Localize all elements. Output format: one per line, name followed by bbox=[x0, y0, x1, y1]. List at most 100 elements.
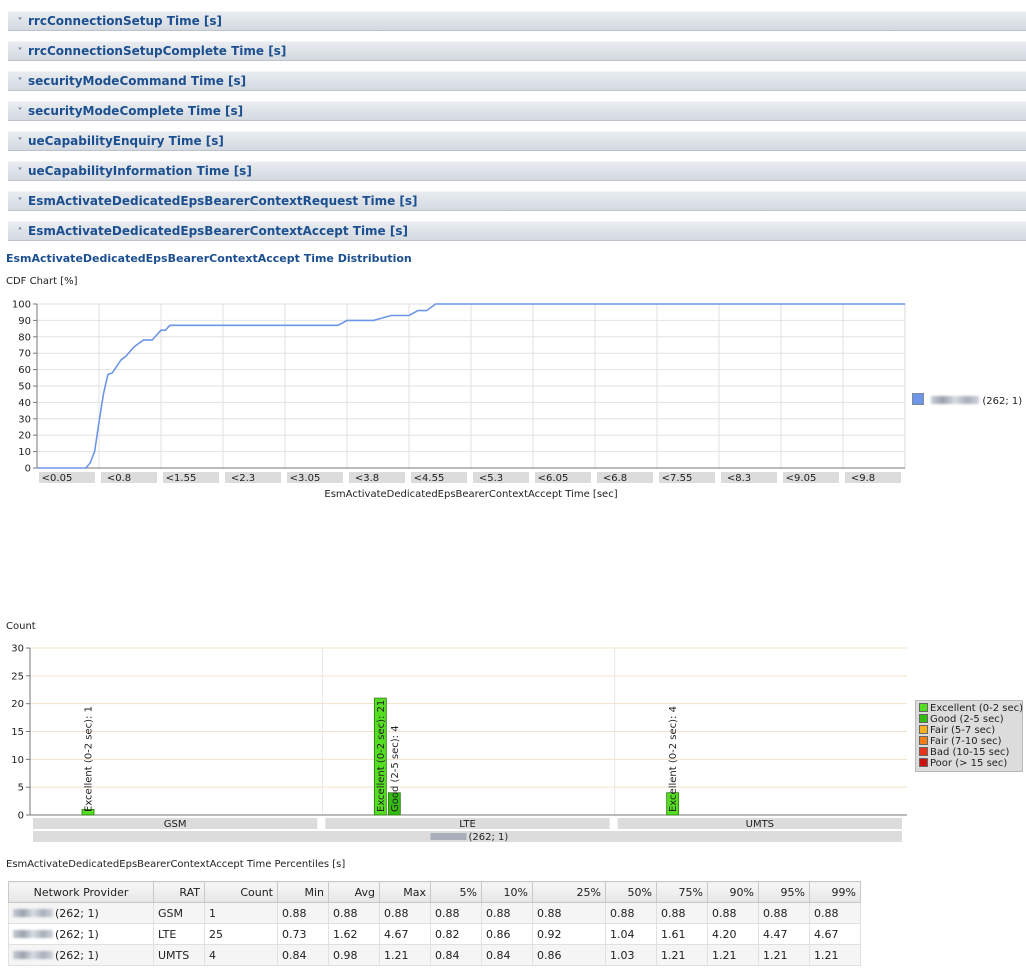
legend-swatch bbox=[912, 393, 924, 405]
column-header[interactable]: Max bbox=[379, 881, 431, 903]
provider-code: (262; 1) bbox=[55, 906, 99, 920]
x-tick-label: <1.55 bbox=[166, 473, 197, 484]
x-tick-label: <3.05 bbox=[290, 473, 321, 484]
table-cell: 4.67 bbox=[379, 923, 431, 945]
panel-title: ueCapabilityInformation Time [s] bbox=[28, 164, 252, 178]
column-header[interactable]: 99% bbox=[809, 881, 861, 903]
y-tick-label: 25 bbox=[11, 671, 24, 682]
percentiles-title: EsmActivateDedicatedEpsBearerContextAcce… bbox=[6, 859, 346, 870]
cdf-legend: (262; 1) bbox=[912, 393, 1022, 407]
legend-swatch bbox=[919, 714, 928, 723]
column-header[interactable]: 5% bbox=[430, 881, 482, 903]
group-label-box bbox=[33, 831, 902, 842]
table-cell: 0.88 bbox=[758, 902, 810, 924]
table-cell: 0.98 bbox=[328, 944, 380, 966]
panel-header[interactable]: ˅ ueCapabilityEnquiry Time [s] bbox=[8, 131, 1026, 151]
table-cell: 0.88 bbox=[532, 902, 606, 924]
table-row[interactable]: (262; 1) UMTS 4 0.84 0.98 1.21 0.84 0.84 0.86 1.0… bbox=[8, 944, 861, 966]
table-cell: 0.73 bbox=[277, 923, 329, 945]
legend-swatch bbox=[919, 736, 928, 745]
column-header[interactable]: RAT bbox=[153, 881, 205, 903]
redacted-provider-name bbox=[931, 396, 980, 404]
column-header[interactable]: 25% bbox=[532, 881, 606, 903]
x-tick-label: <5.3 bbox=[479, 473, 503, 484]
y-tick-label: 80 bbox=[18, 332, 31, 343]
table-cell: 1 bbox=[204, 902, 278, 924]
legend-item: Poor (> 15 sec) bbox=[919, 758, 1020, 769]
column-header[interactable]: Network Provider bbox=[8, 881, 154, 903]
table-cell: 0.88 bbox=[481, 902, 533, 924]
table-cell: 0.88 bbox=[379, 902, 431, 924]
provider-cell: (262; 1) bbox=[8, 944, 154, 966]
y-tick-label: 20 bbox=[18, 431, 31, 442]
table-cell: 0.88 bbox=[328, 902, 380, 924]
chevron-double-down-icon: ˅ bbox=[17, 107, 23, 118]
panel-title: rrcConnectionSetup Time [s] bbox=[28, 14, 223, 28]
column-header[interactable]: 90% bbox=[707, 881, 759, 903]
category-label: UMTS bbox=[746, 819, 774, 830]
category-label: GSM bbox=[164, 819, 187, 830]
x-tick-label: <3.8 bbox=[355, 473, 379, 484]
panel-header[interactable]: ˅ securityModeComplete Time [s] bbox=[8, 101, 1026, 121]
redacted-provider-name bbox=[13, 950, 53, 959]
x-tick-label: <0.8 bbox=[107, 473, 131, 484]
bar-data-label: Excellent (0-2 sec): 21 bbox=[376, 700, 387, 812]
legend-swatch bbox=[919, 703, 928, 712]
y-tick-label: 10 bbox=[18, 447, 31, 458]
panel-title: securityModeCommand Time [s] bbox=[28, 74, 247, 88]
legend-item: Bad (10-15 sec) bbox=[919, 747, 1020, 758]
y-tick-label: 70 bbox=[18, 349, 31, 360]
panel-header[interactable]: ˅ rrcConnectionSetup Time [s] bbox=[8, 11, 1026, 31]
y-tick-label: 30 bbox=[11, 644, 24, 655]
table-cell: 25 bbox=[204, 923, 278, 945]
legend-label: Excellent (0-2 sec) bbox=[930, 703, 1024, 714]
quality-legend: Excellent (0-2 sec) Good (2-5 sec) Fair (5… bbox=[915, 700, 1023, 772]
y-tick-label: 5 bbox=[18, 783, 24, 794]
table-row[interactable]: (262; 1) LTE 25 0.73 1.62 4.67 0.82 0.86 0.92 1.0… bbox=[8, 923, 861, 945]
table-cell: 0.86 bbox=[532, 944, 606, 966]
y-tick-label: 90 bbox=[18, 316, 31, 327]
chevron-double-down-icon: ˅ bbox=[17, 77, 23, 88]
panel-header[interactable]: ˅ rrcConnectionSetupComplete Time [s] bbox=[8, 41, 1026, 61]
column-header[interactable]: 10% bbox=[481, 881, 533, 903]
table-cell: 1.21 bbox=[707, 944, 759, 966]
bar-data-label: Excellent (0-2 sec): 4 bbox=[668, 706, 679, 812]
x-tick-label: <0.05 bbox=[42, 473, 73, 484]
panel-header[interactable]: ˅ ueCapabilityInformation Time [s] bbox=[8, 161, 1026, 181]
table-cell: 0.88 bbox=[707, 902, 759, 924]
table-row[interactable]: (262; 1) GSM 1 0.88 0.88 0.88 0.88 0.88 0.88 0.88… bbox=[8, 902, 861, 924]
panel-header[interactable]: ˅ securityModeCommand Time [s] bbox=[8, 71, 1026, 91]
y-tick-label: 50 bbox=[18, 382, 31, 393]
y-tick-label: 100 bbox=[12, 300, 31, 311]
panel-title: ueCapabilityEnquiry Time [s] bbox=[28, 134, 224, 148]
legend-label: Good (2-5 sec) bbox=[930, 714, 1004, 725]
column-header[interactable]: 50% bbox=[605, 881, 657, 903]
column-header[interactable]: Count bbox=[204, 881, 278, 903]
column-header[interactable]: Avg bbox=[328, 881, 380, 903]
panel-title: securityModeComplete Time [s] bbox=[28, 104, 244, 118]
x-tick-label: <2.3 bbox=[231, 473, 255, 484]
column-header[interactable]: 95% bbox=[758, 881, 810, 903]
legend-item: Good (2-5 sec) bbox=[919, 714, 1020, 725]
table-cell: UMTS bbox=[153, 944, 205, 966]
table-cell: 0.88 bbox=[809, 902, 861, 924]
panel-header[interactable]: ˅ EsmActivateDedicatedEpsBearerContextReq… bbox=[8, 191, 1026, 211]
column-header[interactable]: 75% bbox=[656, 881, 708, 903]
redacted-provider-name bbox=[13, 908, 53, 917]
provider-cell: (262; 1) bbox=[8, 902, 154, 924]
provider-code: (262; 1) bbox=[55, 948, 99, 962]
legend-item: Excellent (0-2 sec) bbox=[919, 703, 1024, 714]
x-tick-label: <9.05 bbox=[786, 473, 817, 484]
y-tick-label: 15 bbox=[11, 727, 24, 738]
table-cell: GSM bbox=[153, 902, 205, 924]
column-header[interactable]: Min bbox=[277, 881, 329, 903]
chevron-double-down-icon: ˅ bbox=[17, 167, 23, 178]
table-cell: 1.21 bbox=[656, 944, 708, 966]
panel-header[interactable]: ˄ EsmActivateDedicatedEpsBearerContextAcc… bbox=[8, 221, 1026, 241]
cdf-chart-label: CDF Chart [%] bbox=[6, 276, 78, 287]
x-tick-label: <9.8 bbox=[851, 473, 875, 484]
panel-title: EsmActivateDedicatedEpsBearerContextRequ… bbox=[28, 194, 418, 208]
table-cell: 0.86 bbox=[481, 923, 533, 945]
table-cell: 4.67 bbox=[809, 923, 861, 945]
legend-label: Fair (5-7 sec) bbox=[930, 725, 996, 736]
